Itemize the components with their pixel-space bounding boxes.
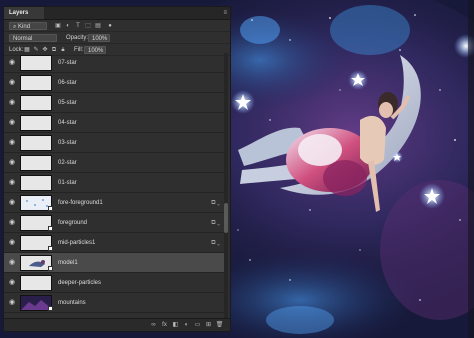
canvas-scrollbar[interactable]: [468, 0, 474, 338]
blend-row: Normal Opacity: 100%: [4, 32, 230, 44]
visibility-eye-icon[interactable]: ◉: [8, 299, 16, 307]
panel-menu-icon[interactable]: ≡: [223, 9, 227, 17]
layers-scroll-thumb[interactable]: [224, 203, 228, 233]
smart-object-badge-icon: [48, 266, 53, 271]
layer-thumbnail: [20, 55, 52, 71]
smart-object-badge-icon: [48, 226, 53, 231]
folder-icon[interactable]: ▭: [193, 321, 202, 329]
layer-effects-icon[interactable]: ⧉ ⌄: [211, 239, 220, 247]
layer-row[interactable]: ◉ 06-star: [4, 73, 226, 93]
layer-thumbnail: [20, 95, 52, 111]
filter-toggle-icon[interactable]: ●: [106, 22, 114, 30]
layer-row[interactable]: ◉ mid-particles1 ⧉ ⌄: [4, 233, 226, 253]
layer-list: ◉ 07-star ◉ 06-star ◉ 05-star ◉ 04-star ◉ 03-star…: [4, 53, 226, 321]
smart-object-badge-icon: [48, 306, 53, 311]
layer-name[interactable]: 05-star: [58, 99, 77, 107]
layer-name[interactable]: foreground: [58, 219, 87, 227]
link-icon[interactable]: ∞: [149, 321, 158, 329]
layer-thumbnail: [20, 75, 52, 91]
layer-name[interactable]: 06-star: [58, 79, 77, 87]
layer-name[interactable]: 03-star: [58, 139, 77, 147]
layer-name[interactable]: deeper-particles: [58, 279, 101, 287]
blend-mode-value: Normal: [13, 36, 33, 42]
smart-object-badge-icon: [48, 246, 53, 251]
shape-filter-icon[interactable]: ⬚: [84, 22, 92, 30]
visibility-eye-icon[interactable]: ◉: [8, 139, 16, 147]
pixel-filter-icon[interactable]: ▣: [54, 22, 62, 30]
layer-row[interactable]: ◉ 04-star: [4, 113, 226, 133]
layers-scrollbar[interactable]: [224, 53, 228, 321]
adjustment-filter-icon[interactable]: ◐: [64, 22, 72, 30]
layers-panel: Layers ≡ ⌕ Kind ▣ ◐ T ⬚ ▤ ● Normal Opaci…: [3, 6, 231, 332]
layer-thumbnail: [20, 175, 52, 191]
layer-row[interactable]: ◉ model1: [4, 253, 226, 273]
layer-thumbnail: [20, 115, 52, 131]
opacity-label: Opacity:: [66, 35, 89, 41]
layer-name[interactable]: 04-star: [58, 119, 77, 127]
mask-icon[interactable]: ◧: [171, 321, 180, 329]
layer-name[interactable]: model1: [58, 259, 78, 267]
layer-row[interactable]: ◉ fore-foreground1 ⧉ ⌄: [4, 193, 226, 213]
layer-row[interactable]: ◉ 03-star: [4, 133, 226, 153]
layer-effects-icon[interactable]: ⧉ ⌄: [211, 219, 220, 227]
visibility-eye-icon[interactable]: ◉: [8, 119, 16, 127]
adjustment-icon[interactable]: ◐: [182, 321, 191, 329]
panel-footer: ∞ fx ◧ ◐ ▭ ⊞ 🗑︎: [4, 318, 230, 331]
new-layer-icon[interactable]: ⊞: [204, 321, 213, 329]
layer-name[interactable]: 07-star: [58, 59, 77, 67]
smart-object-badge-icon: [48, 206, 53, 211]
layer-name[interactable]: 02-star: [58, 159, 77, 167]
filter-row: ⌕ Kind ▣ ◐ T ⬚ ▤ ●: [4, 20, 230, 32]
fx-icon[interactable]: fx: [160, 321, 169, 329]
type-filter-icon[interactable]: T: [74, 22, 82, 30]
trash-icon[interactable]: 🗑︎: [215, 321, 224, 329]
layer-row[interactable]: ◉ 01-star: [4, 173, 226, 193]
layer-row[interactable]: ◉ mountains: [4, 293, 226, 313]
layer-thumbnail: [20, 135, 52, 151]
visibility-eye-icon[interactable]: ◉: [8, 79, 16, 87]
visibility-eye-icon[interactable]: ◉: [8, 199, 16, 207]
opacity-value: 100%: [92, 36, 108, 42]
visibility-eye-icon[interactable]: ◉: [8, 99, 16, 107]
filter-kind-label: Kind: [18, 24, 31, 30]
layer-row[interactable]: ◉ deeper-particles: [4, 273, 226, 293]
layer-row[interactable]: ◉ 07-star: [4, 53, 226, 73]
layer-row[interactable]: ◉ 05-star: [4, 93, 226, 113]
visibility-eye-icon[interactable]: ◉: [8, 159, 16, 167]
opacity-field[interactable]: 100%: [88, 34, 110, 42]
layer-effects-icon[interactable]: ⧉ ⌄: [211, 199, 220, 207]
visibility-eye-icon[interactable]: ◉: [8, 279, 16, 287]
panel-tab-bar: Layers ≡: [4, 7, 230, 20]
layer-row[interactable]: ◉ foreground ⧉ ⌄: [4, 213, 226, 233]
layer-thumbnail: [20, 275, 52, 291]
layer-thumbnail: [20, 155, 52, 171]
layer-name[interactable]: 01-star: [58, 179, 77, 187]
layer-name[interactable]: fore-foreground1: [58, 199, 103, 207]
smart-object-filter-icon[interactable]: ▤: [94, 22, 102, 30]
visibility-eye-icon[interactable]: ◉: [8, 179, 16, 187]
visibility-eye-icon[interactable]: ◉: [8, 219, 16, 227]
layer-name[interactable]: mountains: [58, 299, 86, 307]
blend-mode-dropdown[interactable]: Normal: [9, 34, 57, 42]
visibility-eye-icon[interactable]: ◉: [8, 259, 16, 267]
visibility-eye-icon[interactable]: ◉: [8, 239, 16, 247]
tab-layers[interactable]: Layers: [4, 7, 44, 19]
filter-kind-dropdown[interactable]: ⌕ Kind: [9, 22, 47, 30]
layer-name[interactable]: mid-particles1: [58, 239, 95, 247]
layer-row[interactable]: ◉ 02-star: [4, 153, 226, 173]
visibility-eye-icon[interactable]: ◉: [8, 59, 16, 67]
